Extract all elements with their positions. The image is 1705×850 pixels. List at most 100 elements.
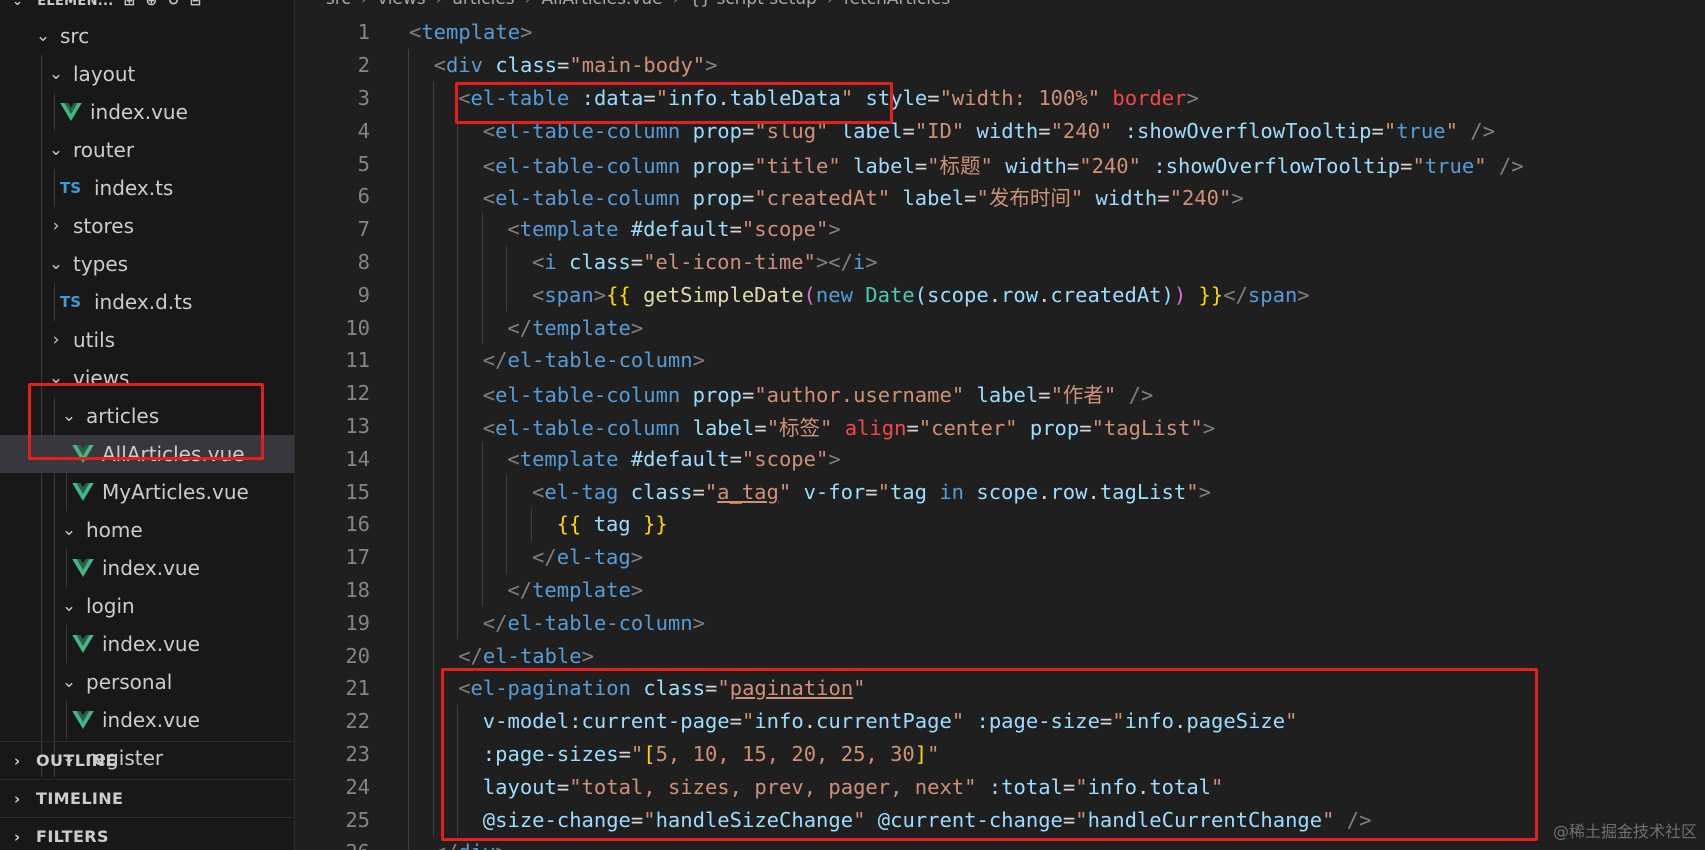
chevron-down-icon[interactable]: ⌄	[47, 140, 65, 160]
chevron-down-icon[interactable]: ⌄	[34, 26, 52, 46]
code-line[interactable]: 2 <div class="main-body">	[296, 48, 1705, 82]
code-line[interactable]: 9 <span>{{ getSimpleDate(new Date(scope.r…	[296, 278, 1705, 312]
tree-item[interactable]: ⌄ router	[0, 131, 294, 169]
code-line[interactable]: 12 <el-table-column prop="author.username…	[296, 376, 1705, 410]
tree-item[interactable]: ⌄ types	[0, 245, 294, 283]
explorer-sidebar: ⌄ ELEMEN... ⊞ ⊕ ↻ ⊟ ⌄ src ⌄ layout index.vue…	[0, 0, 295, 850]
line-number: 22	[345, 709, 370, 734]
chevron-down-icon[interactable]: ⌄	[60, 520, 78, 540]
tree-item[interactable]: ⌄ personal	[0, 663, 294, 701]
panel-timeline[interactable]: › TIMELINE	[0, 779, 294, 817]
tree-item[interactable]: ⌄ views	[0, 359, 294, 397]
tree-item[interactable]: ⌄ src	[0, 17, 294, 55]
code-line[interactable]: 10 </template>	[296, 311, 1705, 344]
code-line[interactable]: 22 v-model:current-page="info.currentPage…	[296, 704, 1705, 738]
code-line[interactable]: 1 <template>	[296, 16, 1705, 49]
code-line[interactable]: 19 </el-table-column>	[296, 606, 1705, 640]
tree-item[interactable]: MyArticles.vue	[0, 473, 294, 511]
chevron-right-icon[interactable]: ›	[47, 216, 65, 236]
tree-item[interactable]: ⌄ home	[0, 511, 294, 549]
breadcrumb-item[interactable]: AllArticles.vue	[541, 0, 662, 9]
code-text: {{ tag }}	[556, 512, 668, 537]
tree-item[interactable]: index.vue	[0, 549, 294, 587]
code-text: <template #default="scope">	[507, 446, 841, 471]
tree-item[interactable]: TS index.d.ts	[0, 283, 294, 321]
breadcrumb-item[interactable]: src	[326, 0, 351, 9]
chevron-down-icon[interactable]: ⌄	[60, 596, 78, 616]
code-line[interactable]: 8 <i class="el-icon-time"></i>	[296, 245, 1705, 279]
code-text: <span>{{ getSimpleDate(new Date(scope.ro…	[532, 282, 1310, 307]
code-line[interactable]: 25 @size-change="handleSizeChange" @curre…	[296, 803, 1705, 836]
tree-item[interactable]: ⌄ login	[0, 587, 294, 625]
vue-file-icon	[72, 711, 94, 729]
chevron-down-icon[interactable]: ⌄	[12, 0, 23, 9]
code-line[interactable]: 5 <el-table-column prop="title" label="标题…	[296, 147, 1705, 180]
tree-item[interactable]: ⌄ articles	[0, 397, 294, 435]
tree-item[interactable]: › utils	[0, 321, 294, 359]
code-line[interactable]: 7 <template #default="scope">	[296, 212, 1705, 246]
tree-item[interactable]: TS index.ts	[0, 169, 294, 207]
tree-item-label: personal	[86, 670, 173, 694]
tree-item[interactable]: index.vue	[0, 701, 294, 739]
chevron-down-icon[interactable]: ⌄	[60, 406, 78, 426]
code-line[interactable]: 21 <el-pagination class="pagination"	[296, 671, 1705, 705]
code-line[interactable]: 23:page-sizes="[5, 10, 15, 20, 25, 30]"	[296, 737, 1705, 771]
code-line[interactable]: 18 </template>	[296, 573, 1705, 607]
line-number: 19	[345, 610, 370, 635]
line-number: 25	[345, 807, 370, 832]
code-line[interactable]: 16 {{ tag }}	[296, 507, 1705, 541]
tree-item-label: router	[73, 138, 135, 162]
chevron-down-icon[interactable]: ⌄	[47, 254, 65, 274]
tree-item-label: utils	[73, 328, 116, 352]
tree-item[interactable]: index.vue	[0, 93, 294, 131]
tree-item[interactable]: › stores	[0, 207, 294, 245]
chevron-down-icon[interactable]: ⌄	[47, 368, 65, 388]
code-line[interactable]: 11 </el-table-column>	[296, 343, 1705, 377]
line-number: 6	[357, 184, 370, 209]
line-number: 4	[357, 118, 370, 143]
code-line[interactable]: 17 </el-tag>	[296, 540, 1705, 574]
code-line[interactable]: 3 <el-table :data="info.tableData" style=…	[296, 81, 1705, 115]
line-number: 3	[357, 85, 370, 110]
code-line[interactable]: 13 <el-table-column label="标签" align="cen…	[296, 409, 1705, 443]
code-line[interactable]: 20 </el-table>	[296, 639, 1705, 672]
code-line[interactable]: 6 <el-table-column prop="createdAt" label…	[296, 179, 1705, 213]
tree-item[interactable]: ⌄ layout	[0, 55, 294, 93]
code-line[interactable]: 4 <el-table-column prop="slug" label="ID"…	[296, 114, 1705, 148]
line-number: 9	[357, 282, 370, 307]
breadcrumb-item[interactable]: fetchArticles	[844, 0, 951, 9]
panel-filters[interactable]: › FILTERS	[0, 817, 294, 850]
tree-item[interactable]: AllArticles.vue	[0, 435, 294, 473]
tree-item-label: src	[60, 24, 90, 48]
explorer-title: ELEMEN...	[37, 0, 114, 9]
panel-outline[interactable]: › OUTLINE	[0, 741, 294, 779]
chevron-down-icon[interactable]: ⌄	[60, 672, 78, 692]
collapse-icon[interactable]: ⊟	[190, 0, 202, 9]
new-folder-icon[interactable]: ⊕	[146, 0, 158, 9]
line-number: 5	[357, 151, 370, 176]
breadcrumb-item[interactable]: views	[378, 0, 426, 9]
code-line[interactable]: 15 <el-tag class="a_tag" v-for="tag in sc…	[296, 475, 1705, 508]
breadcrumb-item[interactable]: {} script setup	[689, 0, 816, 9]
code-line[interactable]: 14 <template #default="scope">	[296, 442, 1705, 476]
code-text: <template #default="scope">	[507, 217, 841, 242]
code-text: <el-table-column prop="author.username" …	[482, 383, 1154, 408]
code-editor[interactable]: src› views› articles› AllArticles.vue› {…	[296, 0, 1705, 850]
breadcrumb-item[interactable]: articles	[452, 0, 514, 9]
line-number: 16	[345, 512, 370, 537]
code-area[interactable]: 1 <template> 2 <div class="main-body"> 3 <el-…	[296, 16, 1705, 850]
refresh-icon[interactable]: ↻	[168, 0, 180, 9]
code-text: v-model:current-page="info.currentPage" …	[482, 709, 1298, 734]
code-line[interactable]: 26 </div>	[296, 835, 1705, 850]
chevron-right-icon[interactable]: ›	[47, 330, 65, 350]
new-file-icon[interactable]: ⊞	[123, 0, 135, 9]
vue-file-icon	[72, 483, 94, 501]
chevron-down-icon[interactable]: ⌄	[47, 64, 65, 84]
code-text: layout="total, sizes, prev, pager, next"…	[482, 774, 1224, 799]
line-number: 11	[345, 348, 370, 373]
vue-file-icon	[72, 559, 94, 577]
tree-item[interactable]: index.vue	[0, 625, 294, 663]
code-line[interactable]: 24 layout="total, sizes, prev, pager, nex…	[296, 770, 1705, 804]
tree-item-label: stores	[73, 214, 135, 238]
explorer-header[interactable]: ⌄ ELEMEN... ⊞ ⊕ ↻ ⊟	[0, 0, 294, 12]
